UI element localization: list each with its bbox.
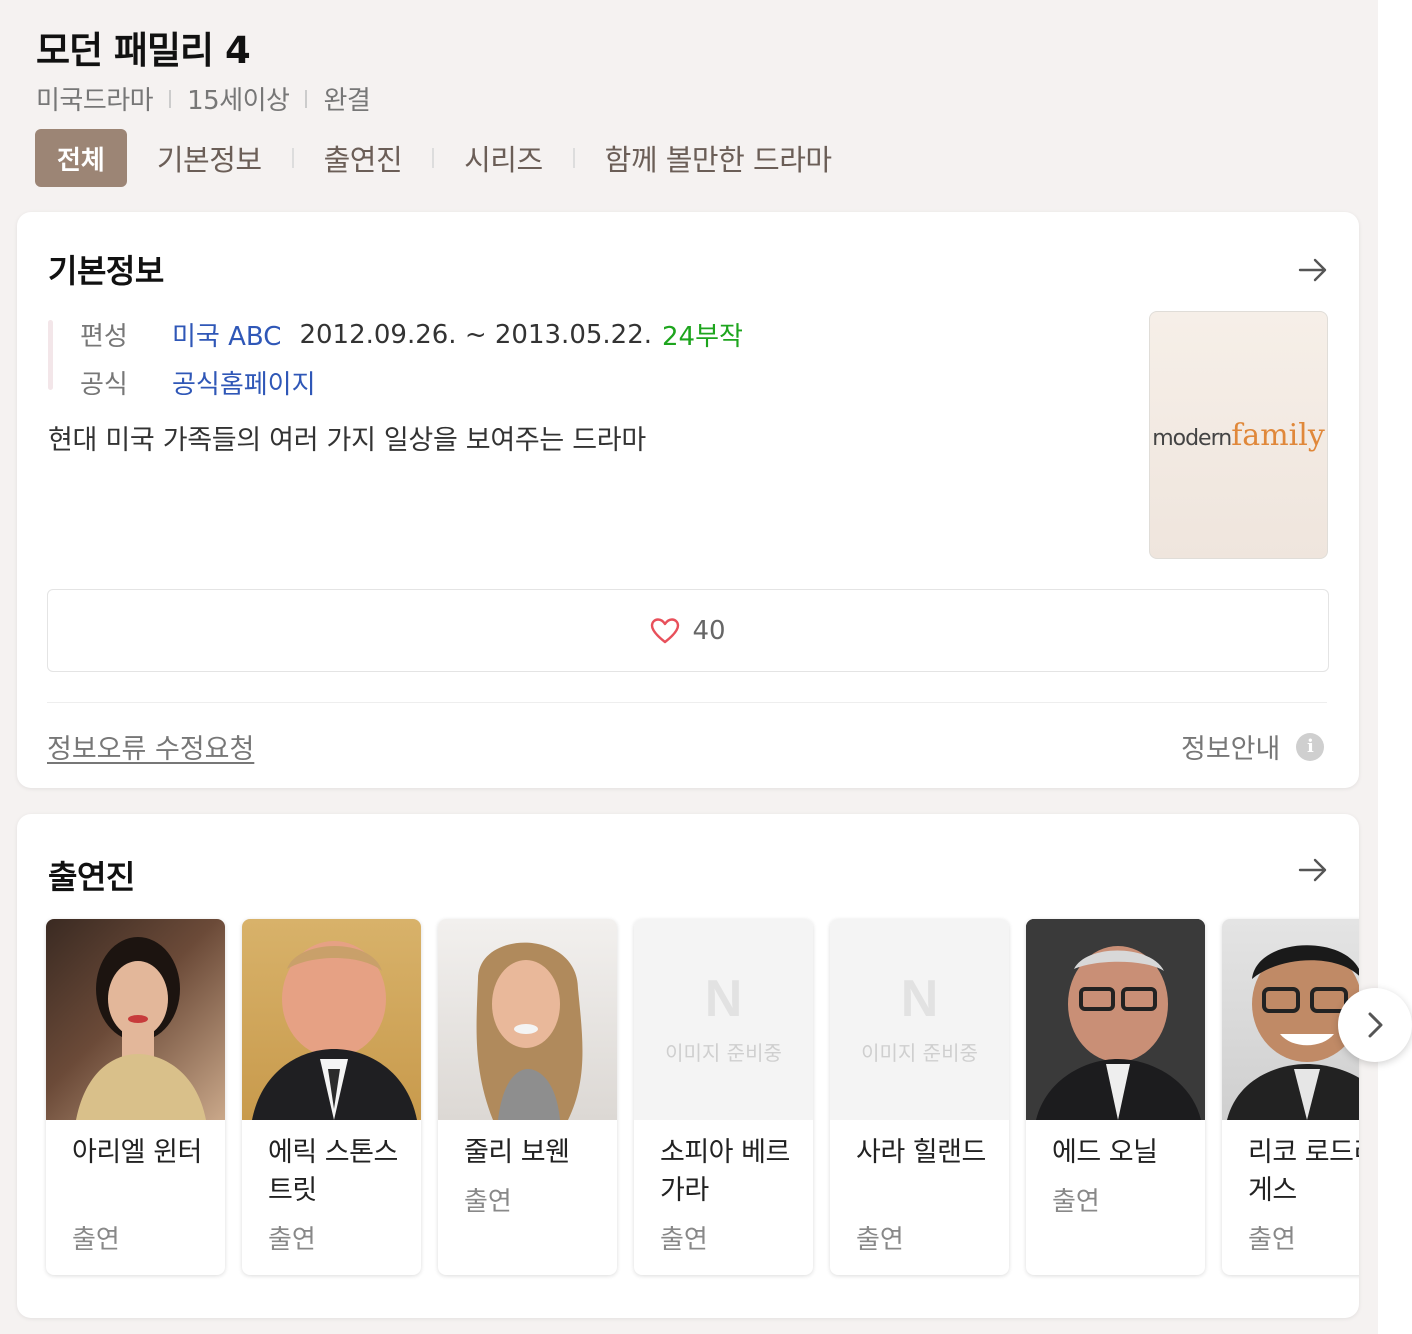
cast-member[interactable]: N 이미지 준비중 소피아 베르가라 출연 [634, 919, 813, 1275]
cast-list: 아리엘 윈터 출연 에릭 스톤스트릿 출연 줄리 보웬 출연 N 이미지 준비중… [46, 919, 1359, 1275]
cast-member[interactable]: 아리엘 윈터 출연 [46, 919, 225, 1275]
arrow-right-icon[interactable] [1297, 254, 1329, 286]
official-row: 공식 공식홈페이지 [80, 364, 316, 401]
poster-logo: modernfamily [1152, 417, 1325, 453]
divider [47, 702, 1327, 703]
broadcast-period: 2012.09.26. ~ 2013.05.22. [299, 319, 653, 350]
cast-photo [1026, 919, 1205, 1120]
cast-member[interactable]: 줄리 보웬 출연 [438, 919, 617, 1275]
page-title: 모던 패밀리 4 [36, 29, 251, 72]
chevron-right-icon [1368, 1012, 1383, 1038]
tab-divider [291, 148, 294, 168]
cast-role: 출연 [1052, 1187, 1100, 1217]
like-button[interactable]: 40 [47, 589, 1329, 672]
cast-member[interactable]: 에릭 스톤스트릿 출연 [242, 919, 421, 1275]
cast-member[interactable]: N 이미지 준비중 사라 힐랜드 출연 [830, 919, 1009, 1275]
cast-member[interactable]: 에드 오닐 출연 [1026, 919, 1205, 1275]
cast-role: 출연 [72, 1225, 120, 1255]
cast-name: 에릭 스톤스트릿 [268, 1137, 398, 1206]
official-label: 공식 [80, 370, 128, 400]
cast-role: 출연 [268, 1225, 316, 1255]
cast-name: 에드 오닐 [1052, 1137, 1158, 1168]
tab-series[interactable]: 시리즈 [464, 137, 543, 179]
broadcast-row: 편성 미국 ABC 2012.09.26. ~ 2013.05.22. 24부작 [80, 316, 743, 353]
meta-genre: 미국드라마 [36, 86, 154, 116]
tab-recommended[interactable]: 함께 볼만한 드라마 [605, 137, 832, 179]
tab-divider [432, 148, 435, 168]
basic-info-card: 기본정보 편성 미국 ABC 2012.09.26. ~ 2013.05.22.… [17, 212, 1359, 788]
heart-icon [651, 617, 680, 643]
broadcast-channel-link[interactable]: 미국 ABC [172, 316, 281, 353]
description: 현대 미국 가족들의 여러 가지 일상을 보여주는 드라마 [48, 425, 646, 456]
no-image-placeholder: N 이미지 준비중 [634, 919, 813, 1120]
info-guide-label: 정보안내 [1181, 734, 1281, 765]
arrow-right-icon[interactable] [1297, 854, 1329, 886]
no-image-placeholder: N 이미지 준비중 [830, 919, 1009, 1120]
tab-cast[interactable]: 출연진 [324, 137, 403, 179]
cast-title: 출연진 [48, 858, 135, 896]
meta-info: 미국드라마 15세이상 완결 [36, 80, 371, 117]
tab-all[interactable]: 전체 [35, 129, 127, 187]
naver-n-icon: N [704, 970, 743, 1028]
no-image-label: 이미지 준비중 [861, 1041, 978, 1065]
cast-next-button[interactable] [1338, 988, 1412, 1062]
no-image-label: 이미지 준비중 [665, 1041, 782, 1065]
tab-bar: 전체 기본정보 출연진 시리즈 함께 볼만한 드라마 [35, 129, 862, 187]
report-error-link[interactable]: 정보오류 수정요청 [47, 727, 254, 766]
meta-rating: 15세이상 [187, 86, 290, 116]
cast-photo [438, 919, 617, 1120]
meta-status: 완결 [323, 86, 371, 116]
cast-name: 아리엘 윈터 [72, 1137, 202, 1168]
cast-name: 줄리 보웬 [464, 1137, 570, 1168]
cast-name: 소피아 베르가라 [660, 1137, 790, 1206]
cast-photo [46, 919, 225, 1120]
broadcast-label: 편성 [80, 322, 128, 352]
like-count: 40 [692, 615, 726, 646]
cast-member[interactable]: 리코 로드리게스 출연 [1222, 919, 1359, 1275]
page-edge [1378, 0, 1412, 1334]
cast-photo [242, 919, 421, 1120]
tab-basic-info[interactable]: 기본정보 [157, 137, 262, 179]
meta-divider [305, 89, 308, 108]
episode-count: 24부작 [662, 322, 743, 352]
cast-name: 사라 힐랜드 [856, 1137, 986, 1168]
cast-role: 출연 [660, 1225, 708, 1255]
poster-image[interactable]: modernfamily [1149, 311, 1328, 559]
cast-role: 출연 [464, 1187, 512, 1217]
cast-name: 리코 로드리게스 [1248, 1137, 1359, 1206]
cast-card-section: 출연진 아리엘 윈터 출연 에릭 스톤스트릿 출연 줄리 보웬 출연 N 이미지… [17, 814, 1359, 1318]
info-guide[interactable]: 정보안내 i [1181, 727, 1325, 766]
tab-divider [572, 148, 575, 168]
naver-n-icon: N [900, 970, 939, 1028]
cast-role: 출연 [856, 1225, 904, 1255]
basic-info-title: 기본정보 [48, 252, 164, 290]
official-homepage-link[interactable]: 공식홈페이지 [172, 364, 316, 401]
info-accent-bar [48, 320, 53, 390]
meta-divider [169, 89, 172, 108]
info-icon: i [1296, 732, 1325, 761]
cast-role: 출연 [1248, 1225, 1296, 1255]
